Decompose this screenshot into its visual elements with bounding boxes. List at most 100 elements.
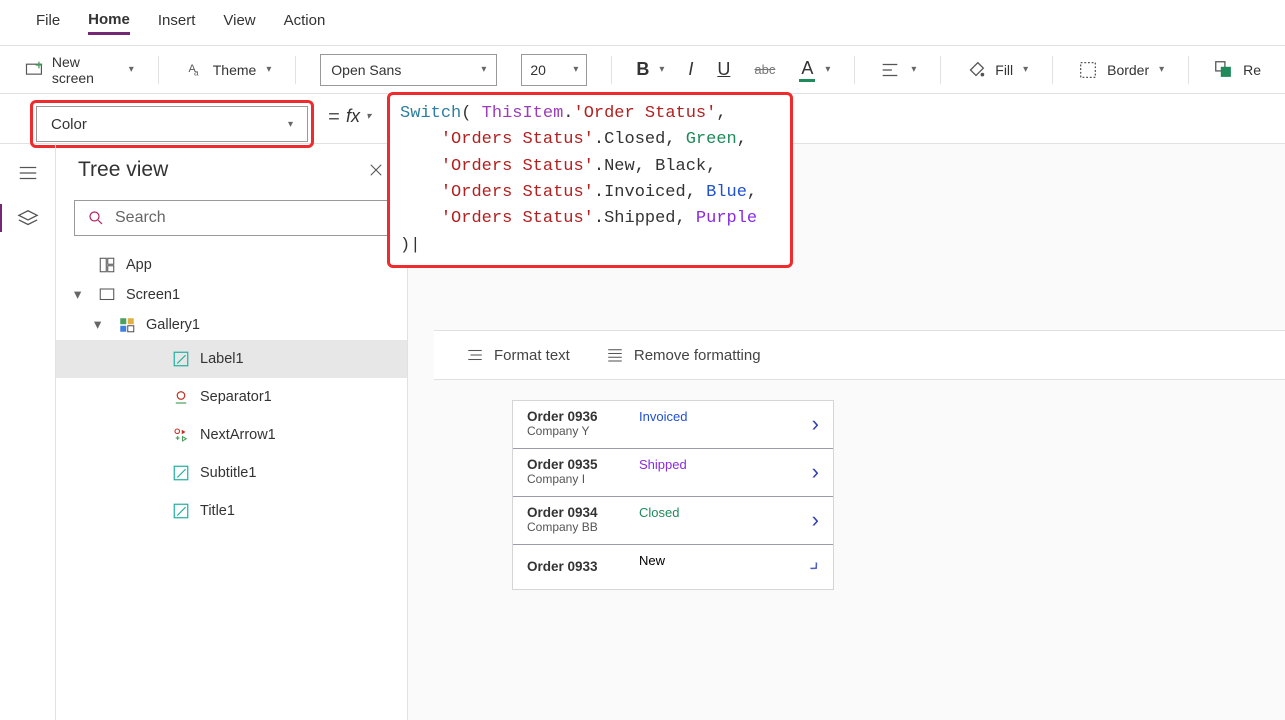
menu-insert[interactable]: Insert (158, 12, 196, 33)
card-status: New (639, 553, 665, 568)
chevron-down-icon: ▾ (366, 111, 371, 122)
new-screen-button[interactable]: New screen ▾ (24, 54, 134, 86)
remove-formatting-icon (606, 346, 624, 364)
separator (1052, 56, 1053, 84)
close-icon (367, 161, 385, 179)
formula-token: . (563, 104, 573, 123)
gallery-card[interactable]: Order 0934 Company BB Closed › (513, 497, 833, 545)
formula-token: ( (461, 104, 471, 123)
border-button[interactable]: Border ▾ (1077, 59, 1164, 81)
gallery-icon (118, 316, 136, 334)
separator (940, 56, 941, 84)
chevron-down-icon: ▾ (573, 64, 578, 75)
fx-button[interactable]: fx▾ (346, 94, 371, 127)
property-select[interactable]: Color ▾ (36, 106, 308, 142)
remove-formatting-label: Remove formatting (634, 347, 761, 364)
chevron-down-icon: ▾ (1023, 64, 1028, 75)
tree-search[interactable]: Search (74, 200, 389, 236)
gallery-card[interactable]: Order 0933 New › (513, 545, 833, 589)
formula-token: Switch (400, 104, 461, 123)
format-text-icon (466, 346, 484, 364)
formula-token: 'Orders Status' (400, 130, 594, 149)
reorder-icon (1213, 59, 1235, 81)
card-title: Order 0933 (527, 559, 812, 574)
formula-token: .Closed, (594, 130, 686, 149)
formula-editor[interactable]: Switch( ThisItem.'Order Status', 'Orders… (387, 92, 793, 268)
align-button[interactable]: ▾ (879, 59, 916, 81)
menu-home[interactable]: Home (88, 11, 130, 35)
formula-token: 'Orders Status' (400, 209, 594, 228)
bold-button[interactable]: B▾ (636, 59, 664, 80)
top-menu: File Home Insert View Action (0, 0, 1285, 46)
tree-title: Tree view (78, 158, 168, 182)
menu-view[interactable]: View (223, 12, 255, 33)
border-label: Border (1107, 62, 1149, 78)
font-color-button[interactable]: A▾ (799, 58, 830, 82)
tree-node-nextarrow[interactable]: NextArrow1 (56, 416, 407, 454)
search-icon (87, 209, 105, 227)
rail-hamburger[interactable] (17, 162, 39, 184)
separator (295, 56, 296, 84)
app-icon (98, 256, 116, 274)
close-tree-button[interactable] (367, 161, 385, 179)
tree-node-app[interactable]: App (56, 250, 407, 280)
tree-node-separator[interactable]: Separator1 (56, 378, 407, 416)
reorder-button[interactable]: Re (1213, 59, 1261, 81)
property-highlight: Color ▾ (30, 100, 314, 148)
rail-tree-view[interactable] (17, 208, 39, 230)
tree-node-label: Title1 (200, 503, 235, 519)
formula-token: ThisItem (471, 104, 563, 123)
tree-node-gallery[interactable]: ▾ Gallery1 (56, 310, 407, 340)
formula-token: 'Orders Status' (400, 157, 594, 176)
menu-action[interactable]: Action (284, 12, 326, 33)
tree-node-label: Separator1 (200, 389, 272, 405)
tree-node-label: Gallery1 (146, 317, 200, 333)
tree-node-subtitle[interactable]: Subtitle1 (56, 454, 407, 492)
property-name: Color (51, 116, 87, 133)
next-arrow-icon[interactable]: › (812, 459, 819, 485)
underline-icon: U (717, 59, 730, 80)
format-text-button[interactable]: Format text (466, 346, 570, 364)
formula-token: Black (655, 157, 706, 176)
label-icon (172, 350, 190, 368)
fill-button[interactable]: Fill ▾ (965, 59, 1028, 81)
format-bar: Format text Remove formatting (434, 330, 1285, 380)
card-status: Closed (639, 505, 679, 520)
tree-node-title[interactable]: Title1 (56, 492, 407, 530)
gallery-preview: Order 0936 Company Y Invoiced › Order 09… (512, 400, 834, 590)
formula-token: ) (400, 236, 410, 255)
separator-icon (172, 388, 190, 406)
underline-button[interactable]: U (717, 59, 730, 80)
fill-icon (965, 59, 987, 81)
separator (1188, 56, 1189, 84)
formula-token: , (737, 130, 747, 149)
theme-icon: Aa (183, 59, 205, 81)
left-rail (0, 144, 56, 720)
theme-button[interactable]: Aa Theme ▾ (183, 59, 272, 81)
font-name: Open Sans (331, 62, 401, 78)
card-subtitle: Company Y (527, 424, 812, 438)
card-subtitle: Company BB (527, 520, 812, 534)
border-icon (1077, 59, 1099, 81)
label-icon (172, 502, 190, 520)
gallery-card[interactable]: Order 0935 Company I Shipped › (513, 449, 833, 497)
italic-button[interactable]: I (688, 59, 693, 80)
tree-node-label: App (126, 257, 152, 273)
font-select[interactable]: Open Sans ▾ (320, 54, 497, 86)
separator (854, 56, 855, 84)
remove-formatting-button[interactable]: Remove formatting (606, 346, 761, 364)
tree-node-label: Subtitle1 (200, 465, 256, 481)
strikethrough-button[interactable]: abc (754, 62, 775, 77)
new-screen-icon (24, 59, 44, 81)
tree-node-label1[interactable]: Label1 (56, 340, 407, 378)
chevron-down-icon: ▾ (825, 64, 830, 75)
menu-file[interactable]: File (36, 12, 60, 33)
tree-node-label: NextArrow1 (200, 427, 276, 443)
font-size-select[interactable]: 20 ▾ (521, 54, 587, 86)
gallery-card[interactable]: Order 0936 Company Y Invoiced › (513, 401, 833, 449)
tree-node-screen[interactable]: ▾ Screen1 (56, 280, 407, 310)
next-arrow-icon[interactable]: › (812, 507, 819, 533)
next-arrow-icon[interactable]: › (812, 411, 819, 437)
reorder-label: Re (1243, 62, 1261, 78)
label-icon (172, 464, 190, 482)
